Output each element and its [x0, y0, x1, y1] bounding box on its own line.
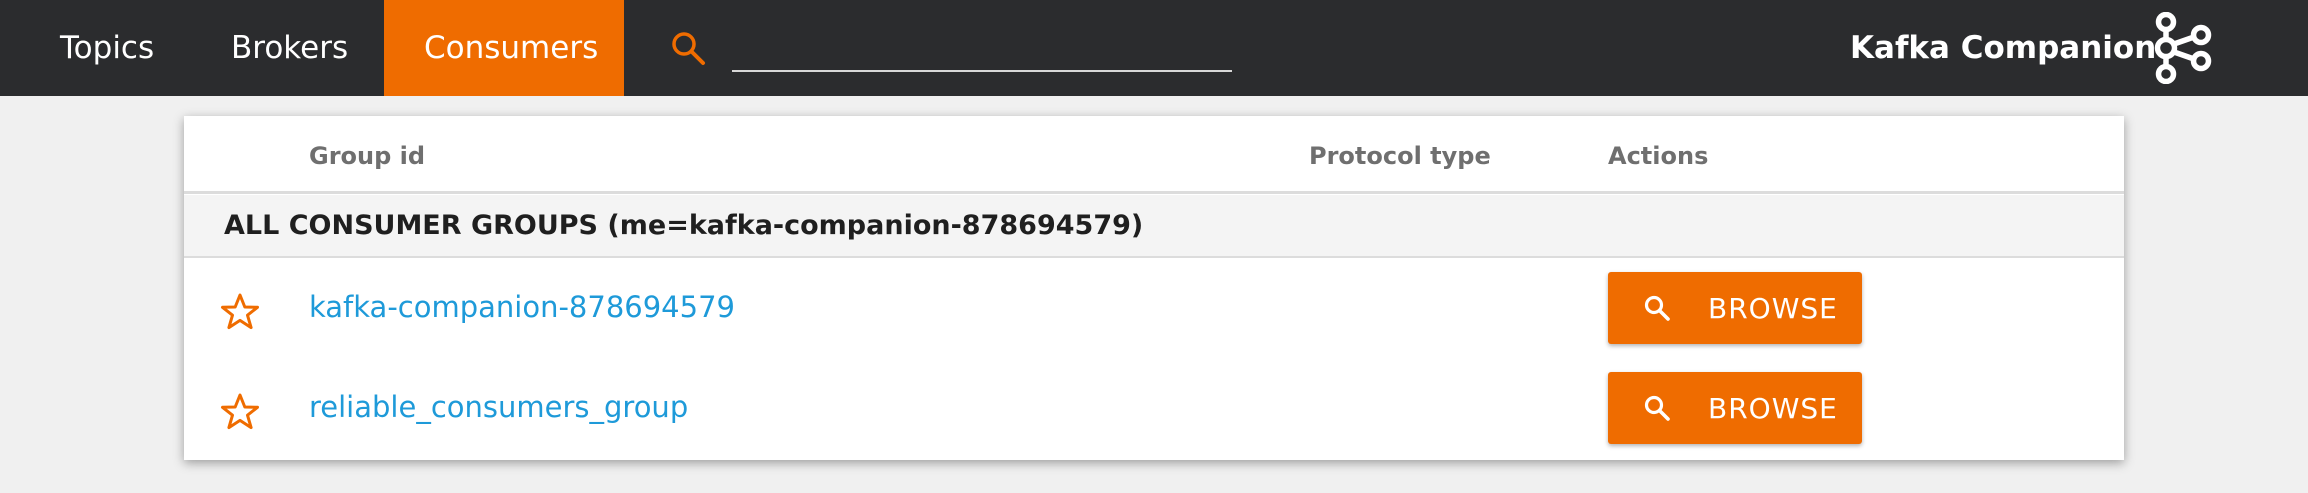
table-row: kafka-companion-878694579 BROWSE: [184, 258, 2124, 358]
browse-button[interactable]: BROWSE: [1608, 372, 1862, 444]
search-icon: [1644, 295, 1670, 321]
search-area: [668, 24, 708, 72]
tab-topics[interactable]: Topics: [0, 0, 210, 96]
tab-brokers[interactable]: Brokers: [210, 0, 384, 96]
consumer-groups-table: Group id Protocol type Actions ALL CONSU…: [184, 116, 2124, 460]
browse-button[interactable]: BROWSE: [1608, 272, 1862, 344]
section-title: ALL CONSUMER GROUPS (me=kafka-companion-…: [224, 210, 1144, 241]
search-icon: [1644, 395, 1670, 421]
group-id-link[interactable]: reliable_consumers_group: [309, 390, 688, 424]
column-header-protocol-type: Protocol type: [1309, 142, 1491, 170]
star-icon[interactable]: [220, 392, 260, 432]
tab-consumers[interactable]: Consumers: [384, 0, 624, 96]
column-header-actions: Actions: [1608, 142, 1709, 170]
browse-button-label: BROWSE: [1708, 391, 1838, 425]
star-icon[interactable]: [220, 292, 260, 332]
search-input[interactable]: [732, 28, 1232, 72]
kafka-logo-icon: [2154, 12, 2212, 84]
column-header-group-id: Group id: [309, 142, 426, 170]
group-id-link[interactable]: kafka-companion-878694579: [309, 290, 735, 324]
table-header: Group id Protocol type Actions: [184, 116, 2124, 194]
search-icon[interactable]: [668, 28, 708, 68]
top-navbar: Topics Brokers Consumers Kafka Companion: [0, 0, 2308, 96]
browse-button-label: BROWSE: [1708, 291, 1838, 325]
table-row: reliable_consumers_group BROWSE: [184, 358, 2124, 458]
app-title: Kafka Companion: [1850, 30, 2157, 66]
section-header: ALL CONSUMER GROUPS (me=kafka-companion-…: [184, 195, 2124, 258]
